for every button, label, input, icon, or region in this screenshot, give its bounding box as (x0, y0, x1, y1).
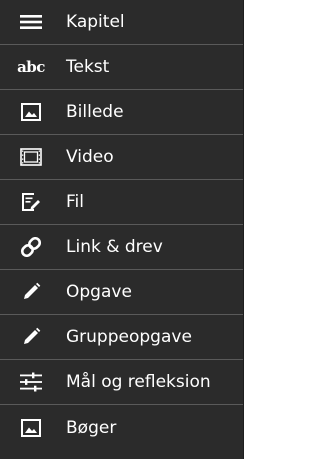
text-abc-glyph: abc (17, 58, 45, 76)
image-icon (16, 415, 46, 441)
content-type-menu: Kapitel abc Tekst Billede Video Fil Link… (0, 0, 244, 459)
menu-item-label: Billede (66, 102, 124, 122)
pencil-icon (16, 279, 46, 305)
menu-item-label: Link & drev (66, 237, 163, 257)
image-icon (16, 99, 46, 125)
menu-item-label: Kapitel (66, 12, 125, 32)
menu-item-kapitel[interactable]: Kapitel (0, 0, 243, 45)
menu-item-label: Video (66, 147, 114, 167)
menu-item-link-drev[interactable]: Link & drev (0, 225, 243, 270)
sliders-icon (16, 369, 46, 395)
link-icon (16, 234, 46, 260)
menu-item-boeger[interactable]: Bøger (0, 405, 243, 450)
pencil-icon (16, 324, 46, 350)
file-edit-icon (16, 189, 46, 215)
menu-item-tekst[interactable]: abc Tekst (0, 45, 243, 90)
menu-item-label: Opgave (66, 282, 132, 302)
menu-item-label: Tekst (66, 57, 110, 77)
hamburger-icon (16, 9, 46, 35)
menu-item-label: Fil (66, 192, 84, 212)
text-abc-icon: abc (16, 54, 46, 80)
menu-item-label: Bøger (66, 417, 117, 438)
menu-item-opgave[interactable]: Opgave (0, 270, 243, 315)
menu-item-video[interactable]: Video (0, 135, 243, 180)
menu-item-gruppeopgave[interactable]: Gruppeopgave (0, 315, 243, 360)
menu-item-label: Mål og refleksion (66, 372, 211, 392)
menu-item-label: Gruppeopgave (66, 327, 192, 347)
menu-item-billede[interactable]: Billede (0, 90, 243, 135)
menu-item-fil[interactable]: Fil (0, 180, 243, 225)
film-icon (16, 144, 46, 170)
menu-item-maal-og-refleksion[interactable]: Mål og refleksion (0, 360, 243, 405)
